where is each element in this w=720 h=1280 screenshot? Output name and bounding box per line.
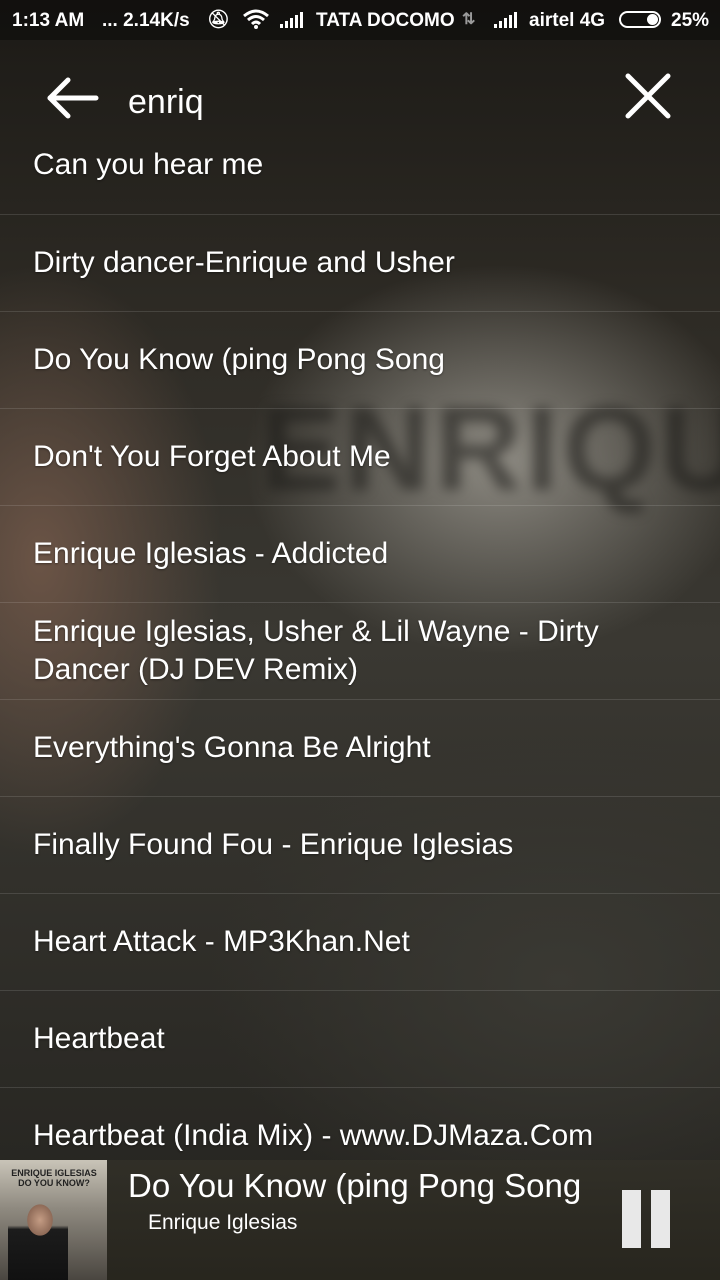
song-title: Enrique Iglesias - Addicted (33, 537, 389, 570)
status-network-speed: ... 2.14K/s (102, 10, 190, 31)
list-item[interactable]: Heartbeat (0, 991, 720, 1088)
album-art-text: ENRIQUE IGLESIAS DO YOU KNOW? (11, 1168, 97, 1188)
pause-icon[interactable] (622, 1190, 674, 1250)
close-icon[interactable] (622, 70, 674, 122)
song-title: Heartbeat (India Mix) - www.DJMaza.Com (33, 1119, 594, 1152)
album-art-figure (8, 1202, 68, 1280)
signal-icon (494, 12, 517, 28)
battery-percent: 25% (671, 10, 710, 31)
song-title: Everything's Gonna Be Alright (33, 731, 431, 764)
status-bar: 1:13 AM ... 2.14K/s 🔕︎ TATA DOCOMO ⇅ air… (0, 0, 720, 40)
mute-alarm-icon: 🔕︎ (207, 9, 230, 29)
status-carrier-1: TATA DOCOMO (316, 10, 455, 31)
song-title: Enrique Iglesias, Usher & Lil Wayne - Di… (33, 615, 599, 686)
wifi-icon (243, 9, 269, 29)
song-title: Don't You Forget About Me (33, 440, 391, 473)
back-arrow-icon[interactable] (44, 74, 100, 122)
song-title: Finally Found Fou - Enrique Iglesias (33, 828, 514, 861)
song-title: Can you hear me (33, 148, 264, 181)
list-item[interactable]: Dirty dancer-Enrique and Usher (0, 215, 720, 312)
search-results-list: Can you hear me Dirty dancer-Enrique and… (0, 118, 720, 1160)
list-item[interactable]: Heartbeat (India Mix) - www.DJMaza.Com (0, 1088, 720, 1160)
song-title: Do You Know (ping Pong Song (33, 343, 445, 376)
list-item[interactable]: Heart Attack - MP3Khan.Net (0, 894, 720, 991)
data-arrows-icon: ⇅ (462, 11, 476, 28)
list-item[interactable]: Finally Found Fou - Enrique Iglesias (0, 797, 720, 894)
status-carrier-2: airtel 4G (529, 10, 606, 31)
song-title: Heart Attack - MP3Khan.Net (33, 925, 410, 958)
song-title: Dirty dancer-Enrique and Usher (33, 246, 455, 279)
list-item[interactable]: Do You Know (ping Pong Song (0, 312, 720, 409)
battery-icon (619, 11, 661, 28)
list-item[interactable]: Can you hear me (0, 118, 720, 215)
now-playing-bar[interactable]: ENRIQUE IGLESIAS DO YOU KNOW? Do You Kno… (0, 1160, 720, 1280)
now-playing-title: Do You Know (ping Pong Song (128, 1167, 582, 1204)
now-playing-artist: Enrique Iglesias (148, 1211, 298, 1234)
status-time: 1:13 AM (12, 10, 85, 31)
list-item[interactable]: Enrique Iglesias - Addicted (0, 506, 720, 603)
list-item[interactable]: Everything's Gonna Be Alright (0, 700, 720, 797)
list-item[interactable]: Don't You Forget About Me (0, 409, 720, 506)
list-item[interactable]: Enrique Iglesias, Usher & Lil Wayne - Di… (0, 603, 720, 700)
song-title: Heartbeat (33, 1022, 165, 1055)
signal-icon (280, 12, 303, 28)
album-art[interactable]: ENRIQUE IGLESIAS DO YOU KNOW? (0, 1160, 107, 1280)
